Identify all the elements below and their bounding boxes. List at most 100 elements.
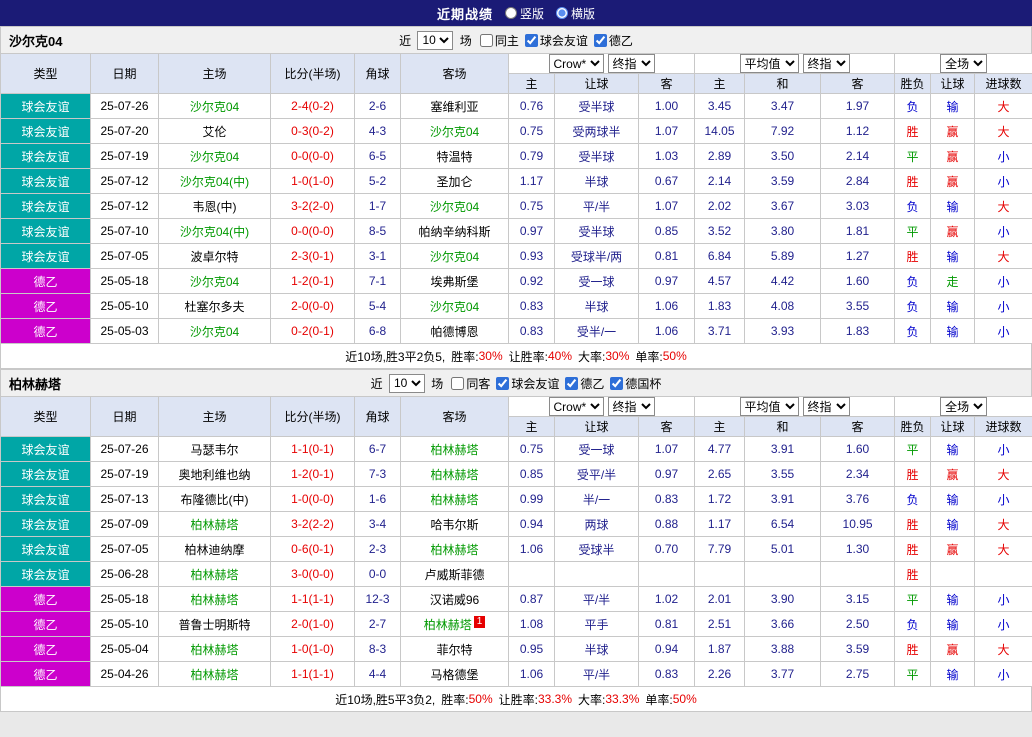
avg-odds-2: 1.12 xyxy=(820,118,896,144)
league-filter[interactable]: 德乙 xyxy=(593,32,633,49)
league-filter[interactable]: 德乙 xyxy=(565,375,604,392)
away-team[interactable]: 帕纳辛纳科斯 xyxy=(400,218,509,244)
odds-source-select[interactable]: Crow* xyxy=(548,54,604,73)
same-venue-filter[interactable]: 同主 xyxy=(479,32,519,49)
away-team[interactable]: 帕德博恩 xyxy=(400,318,509,344)
home-team[interactable]: 沙尔克04 xyxy=(158,318,271,344)
average-select[interactable]: 平均值 xyxy=(739,397,799,416)
league-filter-label: 德乙 xyxy=(608,33,633,48)
league-checkbox[interactable] xyxy=(496,376,510,390)
avg-odds-0: 1.87 xyxy=(694,636,746,662)
match-row: 球会友谊 25-07-13 布隆德比(中) 1-0(0-0) 1-6 柏林赫塔 0.99 半/… xyxy=(0,486,1032,512)
corner-score: 2-7 xyxy=(354,611,401,637)
match-count-select[interactable]: 10 xyxy=(388,373,425,393)
home-team[interactable]: 柏林赫塔 xyxy=(158,636,271,662)
away-team[interactable]: 沙尔克04 xyxy=(400,293,509,319)
horizontal-layout-radio[interactable] xyxy=(556,7,568,19)
match-date: 25-07-26 xyxy=(90,436,159,462)
away-team[interactable]: 埃弗斯堡 xyxy=(400,268,509,294)
away-team[interactable]: 特温特 xyxy=(400,143,509,169)
home-team[interactable]: 艾伦 xyxy=(158,118,271,144)
away-team[interactable]: 圣加仑 xyxy=(400,168,509,194)
away-team[interactable]: 沙尔克04 xyxy=(400,118,509,144)
stat-value: 50% xyxy=(662,349,687,363)
vertical-layout-label: 竖版 xyxy=(519,6,544,21)
avg-odds-0: 4.57 xyxy=(694,268,746,294)
horizontal-layout-label: 横版 xyxy=(571,6,596,21)
match-date: 25-07-12 xyxy=(90,193,159,219)
away-team[interactable]: 汉诺威96 xyxy=(400,586,509,612)
col-header-5: 客场 xyxy=(400,53,509,94)
league-badge: 球会友谊 xyxy=(0,486,91,512)
goals-result-cell: 小 xyxy=(974,293,1032,319)
same-venue-checkbox[interactable] xyxy=(479,33,493,47)
league-badge: 球会友谊 xyxy=(0,168,91,194)
away-team[interactable]: 柏林赫塔 xyxy=(400,536,509,562)
away-team[interactable]: 塞维利亚 xyxy=(400,93,509,119)
avg-odds-0: 2.65 xyxy=(694,461,746,487)
home-team[interactable]: 沙尔克04(中) xyxy=(158,168,271,194)
match-date: 25-07-10 xyxy=(90,218,159,244)
goals-result-cell: 小 xyxy=(974,661,1032,687)
home-team[interactable]: 布隆德比(中) xyxy=(158,486,271,512)
final-odds-select[interactable]: 终指 xyxy=(607,397,655,416)
home-team[interactable]: 柏林赫塔 xyxy=(158,561,271,587)
avg-odds-1: 3.47 xyxy=(744,93,822,119)
same-venue-filter[interactable]: 同客 xyxy=(451,375,490,392)
handicap-odds-0: 0.93 xyxy=(508,243,555,269)
away-team[interactable]: 柏林赫塔 xyxy=(400,461,509,487)
match-count-select[interactable]: 10 xyxy=(417,30,454,50)
avg-odds-2: 3.59 xyxy=(820,636,896,662)
home-team[interactable]: 柏林赫塔 xyxy=(158,661,271,687)
period-select[interactable]: 全场 xyxy=(940,54,988,73)
league-checkbox[interactable] xyxy=(565,376,579,390)
match-row: 德乙 25-05-03 沙尔克04 0-2(0-1) 6-8 帕德博恩 0.83 受半/一 1.… xyxy=(0,318,1032,344)
home-team[interactable]: 普鲁士明斯特 xyxy=(158,611,271,637)
home-team[interactable]: 马瑟韦尔 xyxy=(158,436,271,462)
period-select[interactable]: 全场 xyxy=(940,397,988,416)
league-filter[interactable]: 球会友谊 xyxy=(496,375,559,392)
league-checkbox[interactable] xyxy=(593,33,607,47)
league-checkbox[interactable] xyxy=(610,376,624,390)
home-team[interactable]: 沙尔克04 xyxy=(158,93,271,119)
average-select[interactable]: 平均值 xyxy=(739,54,799,73)
corner-score: 1-7 xyxy=(354,193,401,219)
layout-vertical-option[interactable]: 竖版 xyxy=(504,5,544,22)
final-odds-2-select[interactable]: 终指 xyxy=(802,397,850,416)
home-team[interactable]: 波卓尔特 xyxy=(158,243,271,269)
score: 0-3(0-2) xyxy=(270,118,355,144)
home-team[interactable]: 柏林赫塔 xyxy=(158,511,271,537)
score: 1-0(1-0) xyxy=(270,168,355,194)
away-team[interactable]: 沙尔克04 xyxy=(400,193,509,219)
home-team[interactable]: 柏林迪纳摩 xyxy=(158,536,271,562)
home-team[interactable]: 沙尔克04 xyxy=(158,143,271,169)
layout-horizontal-option[interactable]: 横版 xyxy=(556,5,595,22)
away-team[interactable]: 卢威斯菲德 xyxy=(400,561,509,587)
away-team[interactable]: 菲尔特 xyxy=(400,636,509,662)
home-team[interactable]: 沙尔克04(中) xyxy=(158,218,271,244)
vertical-layout-radio[interactable] xyxy=(504,7,517,19)
away-team[interactable]: 柏林赫塔 xyxy=(400,486,509,512)
home-team[interactable]: 柏林赫塔 xyxy=(158,586,271,612)
home-team[interactable]: 奥地利维也纳 xyxy=(158,461,271,487)
league-filter[interactable]: 球会友谊 xyxy=(524,32,588,49)
odds-source-select[interactable]: Crow* xyxy=(548,397,604,416)
away-team[interactable]: 哈韦尔斯 xyxy=(400,511,509,537)
score: 0-6(0-1) xyxy=(270,536,355,562)
away-team[interactable]: 沙尔克04 xyxy=(400,243,509,269)
home-team[interactable]: 杜塞尔多夫 xyxy=(158,293,271,319)
col-header-5: 客场 xyxy=(400,396,509,437)
away-team[interactable]: 马格德堡 xyxy=(400,661,509,687)
final-odds-select[interactable]: 终指 xyxy=(607,54,655,73)
league-filter[interactable]: 德国杯 xyxy=(610,375,661,392)
avg-odds-0: 1.83 xyxy=(694,293,746,319)
home-team[interactable]: 韦恩(中) xyxy=(158,193,271,219)
match-date: 25-07-12 xyxy=(90,168,159,194)
same-venue-checkbox[interactable] xyxy=(451,376,465,390)
away-team[interactable]: 柏林赫塔 1 xyxy=(400,611,509,637)
league-checkbox[interactable] xyxy=(524,33,538,47)
home-team[interactable]: 沙尔克04 xyxy=(158,268,271,294)
final-odds-2-select[interactable]: 终指 xyxy=(802,54,850,73)
handicap-odds-0: 0.76 xyxy=(508,93,555,119)
away-team[interactable]: 柏林赫塔 xyxy=(400,436,509,462)
